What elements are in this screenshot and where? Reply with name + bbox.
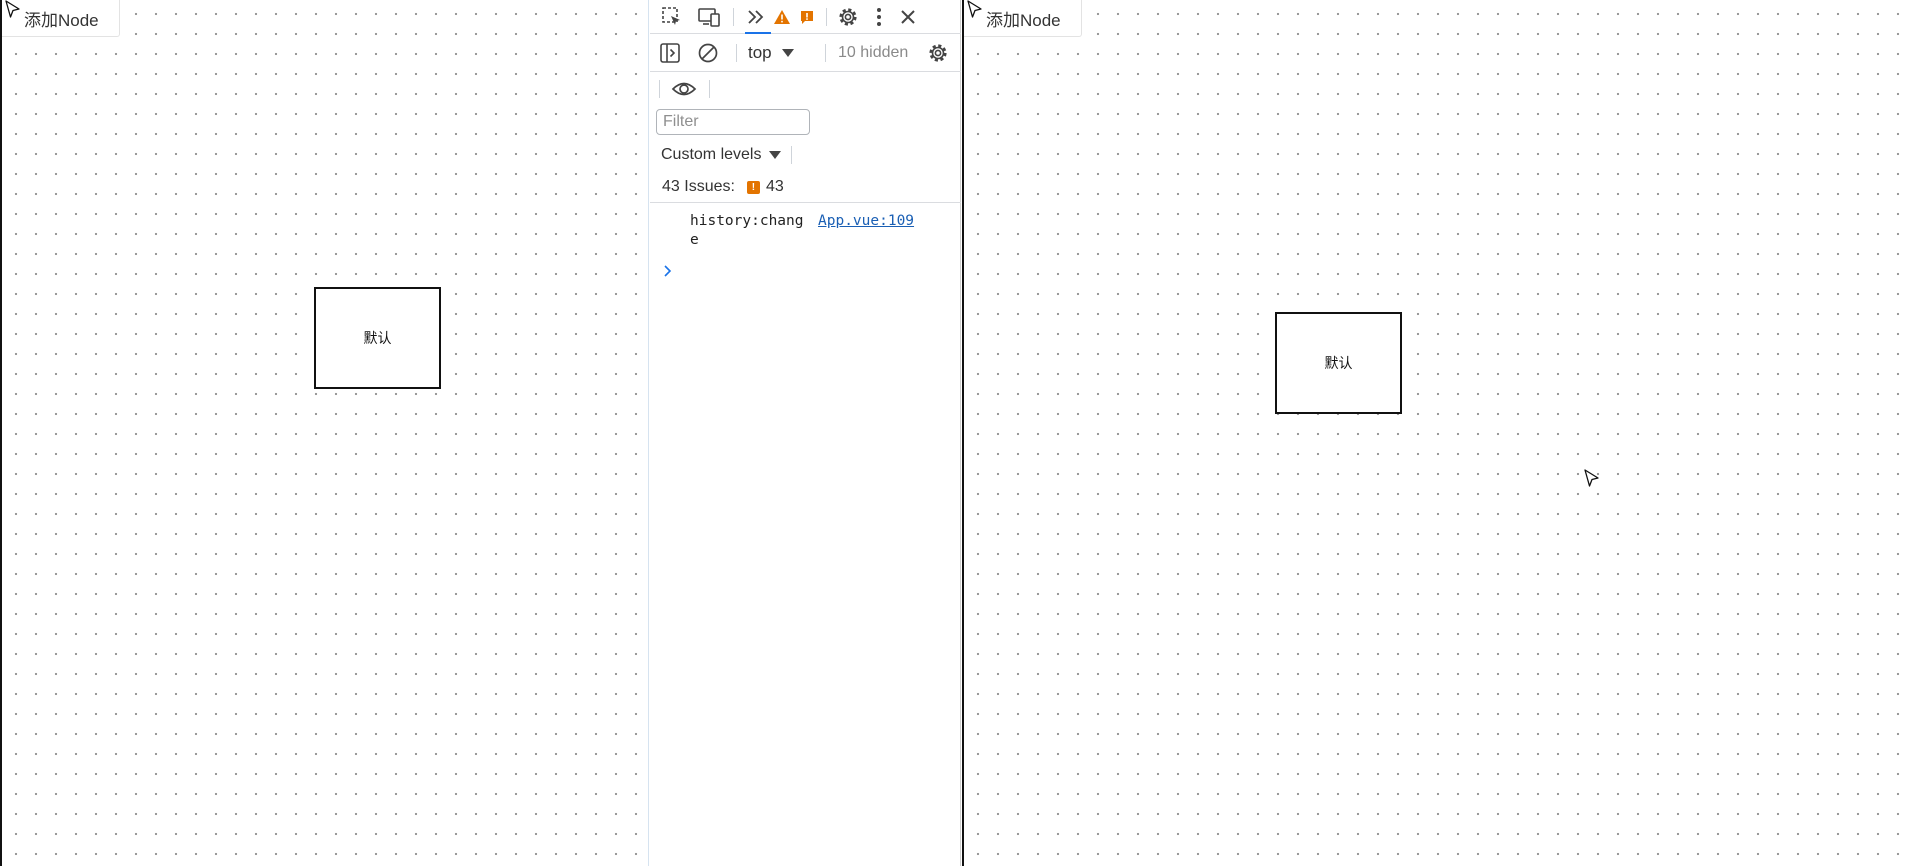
console-toolbar: top 10 hidden bbox=[650, 34, 961, 72]
kebab-menu-icon[interactable] bbox=[869, 4, 889, 30]
levels-row: Custom levels bbox=[650, 139, 961, 171]
add-node-label: 添加Node bbox=[986, 10, 1061, 30]
eye-icon[interactable] bbox=[670, 76, 698, 102]
issues-row: 43 Issues: ! 43 bbox=[650, 171, 961, 203]
filter-input[interactable] bbox=[656, 109, 810, 135]
levels-label: Custom levels bbox=[661, 146, 762, 163]
issue-icon[interactable] bbox=[798, 8, 816, 26]
custom-levels-dropdown[interactable]: Custom levels bbox=[661, 139, 782, 171]
issues-count: 43 bbox=[765, 178, 784, 195]
cursor-icon bbox=[4, 0, 22, 20]
device-toggle-icon[interactable] bbox=[696, 5, 722, 29]
app-root: 添加Node 默认 top 10 hidden Filter Custom le… bbox=[0, 0, 1914, 866]
separator bbox=[659, 80, 660, 98]
chevron-down-icon bbox=[781, 49, 794, 57]
close-icon[interactable] bbox=[896, 5, 920, 29]
separator bbox=[825, 44, 826, 62]
mouse-pointer-icon bbox=[1583, 469, 1601, 489]
clear-console-icon[interactable] bbox=[696, 41, 720, 65]
right-canvas[interactable]: 添加Node 默认 bbox=[962, 0, 1914, 866]
devtools-panel: top 10 hidden Custom levels bbox=[650, 0, 961, 866]
node-label: 默认 bbox=[1324, 355, 1353, 371]
issues-label: 43 Issues: bbox=[662, 178, 735, 195]
console-prompt-chevron-icon[interactable] bbox=[662, 264, 674, 278]
context-select-label: top bbox=[748, 43, 772, 62]
inspect-element-icon[interactable] bbox=[660, 5, 684, 29]
filter-row bbox=[650, 107, 961, 139]
add-node-button[interactable]: 添加Node bbox=[2, 0, 120, 37]
console-message-text: history:change bbox=[690, 213, 804, 248]
separator bbox=[709, 80, 710, 98]
warning-icon[interactable] bbox=[772, 7, 792, 27]
node-label: 默认 bbox=[363, 330, 392, 346]
graph-node[interactable]: 默认 bbox=[314, 287, 441, 389]
cursor-icon bbox=[966, 0, 984, 20]
separator bbox=[826, 8, 827, 26]
graph-node[interactable]: 默认 bbox=[1275, 312, 1402, 414]
add-node-button[interactable]: 添加Node bbox=[964, 0, 1082, 37]
console-settings-icon[interactable] bbox=[925, 40, 951, 66]
context-select[interactable]: top bbox=[748, 34, 794, 72]
sidebar-toggle-icon[interactable] bbox=[658, 41, 682, 65]
live-expression-bar bbox=[650, 72, 961, 107]
left-canvas[interactable]: 添加Node 默认 bbox=[0, 0, 649, 866]
console-message-source-link[interactable]: App.vue:109 bbox=[818, 212, 914, 231]
add-node-label: 添加Node bbox=[24, 10, 99, 30]
separator bbox=[736, 44, 737, 62]
issues-link[interactable]: 43 Issues: ! 43 bbox=[662, 171, 784, 203]
separator bbox=[791, 146, 792, 164]
issue-icon: ! bbox=[746, 180, 760, 194]
hidden-count[interactable]: 10 hidden bbox=[838, 34, 908, 72]
devtools-tab-bar bbox=[650, 0, 961, 34]
chevron-down-icon bbox=[769, 151, 782, 159]
settings-icon[interactable] bbox=[835, 4, 861, 30]
separator bbox=[733, 8, 734, 26]
more-tabs-chevron-icon[interactable] bbox=[744, 5, 768, 29]
